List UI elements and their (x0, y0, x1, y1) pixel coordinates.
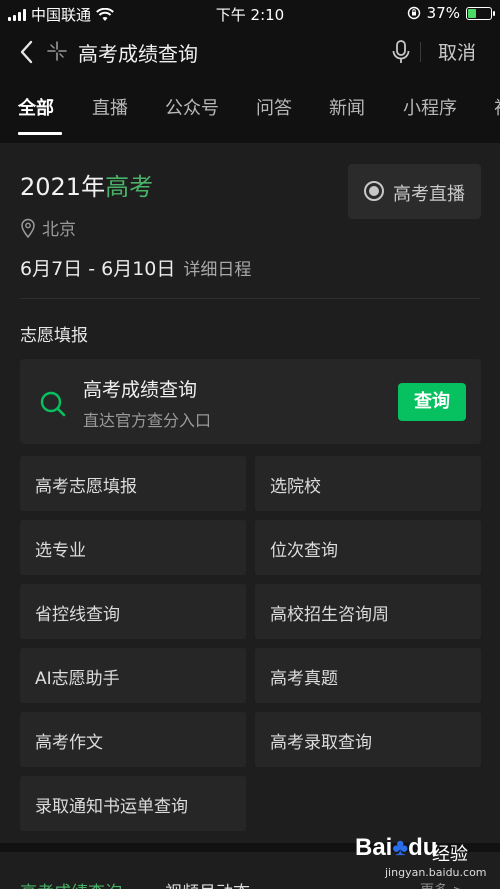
search-query-text: 高考成绩查询 (78, 42, 198, 66)
gaokao-card: 2021年高考 高考直播 北京 6月7日 - 6月10日 详细日程 志愿填报 高考… (0, 143, 500, 843)
grid-item-admission-week[interactable]: 高校招生咨询周 (255, 584, 481, 639)
search-bar: 高考成绩查询 取消 (0, 26, 500, 78)
query-button[interactable]: 查询 (398, 383, 466, 421)
grid-item-volunteer-fill[interactable]: 高考志愿填报 (20, 456, 246, 511)
battery-percent: 37% (426, 4, 460, 22)
watermark-logo: Bai♣du (355, 834, 438, 861)
grid-item-past-papers[interactable]: 高考真题 (255, 648, 481, 703)
live-record-icon (364, 181, 384, 201)
grid-item-choose-major[interactable]: 选专业 (20, 520, 246, 575)
tab-live[interactable]: 直播 (92, 94, 128, 120)
cancel-button[interactable]: 取消 (438, 38, 476, 65)
query-title: 高考成绩查询 (83, 379, 198, 401)
status-bar: 中国联通 下午 2:10 37% (0, 0, 500, 26)
card-divider (20, 298, 480, 299)
grid-item-label: 高考志愿填报 (35, 477, 137, 497)
tab-all[interactable]: 全部 (18, 94, 54, 120)
grid-item-label: 选专业 (35, 541, 86, 561)
exam-dates-text: 6月7日 - 6月10日 (20, 258, 176, 280)
next-section-tab-active[interactable]: 高考成绩查询 (20, 878, 122, 889)
card-title-year: 2021年 (20, 173, 106, 201)
detail-schedule-link[interactable]: 详细日程 (183, 260, 251, 280)
live-button-label: 高考直播 (393, 184, 465, 205)
location-row: 北京 (20, 215, 76, 240)
exam-dates: 6月7日 - 6月10日 详细日程 (20, 254, 251, 281)
grid-item-label: 高考作文 (35, 733, 103, 753)
grid-item-label: 选院校 (270, 477, 321, 497)
next-section-tab[interactable]: 视频号动态 (165, 878, 250, 889)
grid-item-label: 高考录取查询 (270, 733, 372, 753)
card-title: 2021年高考 (20, 167, 153, 202)
back-chevron-icon[interactable] (16, 38, 38, 66)
grid-item-rank-query[interactable]: 位次查询 (255, 520, 481, 575)
search-icon (40, 391, 66, 417)
microphone-icon[interactable] (390, 39, 412, 65)
gaokao-live-button[interactable]: 高考直播 (348, 164, 481, 219)
location-pin-icon (21, 218, 35, 238)
grid-item-ai-assistant[interactable]: AI志愿助手 (20, 648, 246, 703)
score-query-box[interactable]: 高考成绩查询 直达官方查分入口 查询 (20, 359, 481, 444)
grid-item-label: 录取通知书运单查询 (35, 797, 188, 817)
grid-item-control-line[interactable]: 省控线查询 (20, 584, 246, 639)
grid-item-label: 高校招生咨询周 (270, 605, 389, 625)
paw-icon: ♣ (392, 834, 409, 861)
status-right: 37% (407, 4, 495, 22)
watermark-url: jingyan.baidu.com (385, 866, 487, 879)
result-tabs: 全部 直播 公众号 问答 新闻 小程序 视 (0, 78, 500, 136)
card-title-highlight: 高考 (105, 173, 154, 201)
grid-item-admission-query[interactable]: 高考录取查询 (255, 712, 481, 767)
grid-item-notice-tracking[interactable]: 录取通知书运单查询 (20, 776, 246, 831)
section-title: 志愿填报 (20, 326, 88, 346)
tab-official-accounts[interactable]: 公众号 (165, 94, 219, 120)
sparkle-icon (47, 41, 67, 61)
baidu-jingyan-watermark: Bai♣du 经验 jingyan.baidu.com (355, 832, 495, 884)
active-tab-indicator (18, 132, 62, 135)
grid-item-label: 省控线查询 (35, 605, 120, 625)
grid-item-label: 位次查询 (270, 541, 338, 561)
battery-fill (468, 8, 477, 18)
query-subtitle: 直达官方查分入口 (83, 411, 212, 430)
location-label: 北京 (42, 220, 76, 240)
search-input[interactable]: 高考成绩查询 (46, 34, 416, 70)
tab-news[interactable]: 新闻 (329, 94, 365, 120)
tab-video[interactable]: 视 (494, 94, 500, 120)
tab-mini-programs[interactable]: 小程序 (403, 94, 457, 120)
orientation-lock-icon (407, 6, 420, 20)
tab-qa[interactable]: 问答 (256, 94, 292, 120)
grid-item-essay[interactable]: 高考作文 (20, 712, 246, 767)
grid-item-label: AI志愿助手 (35, 669, 120, 689)
battery-icon (466, 6, 495, 20)
search-divider (420, 42, 421, 62)
watermark-sub: 经验 (432, 844, 468, 865)
grid-item-label: 高考真题 (270, 669, 338, 689)
grid-item-choose-college[interactable]: 选院校 (255, 456, 481, 511)
